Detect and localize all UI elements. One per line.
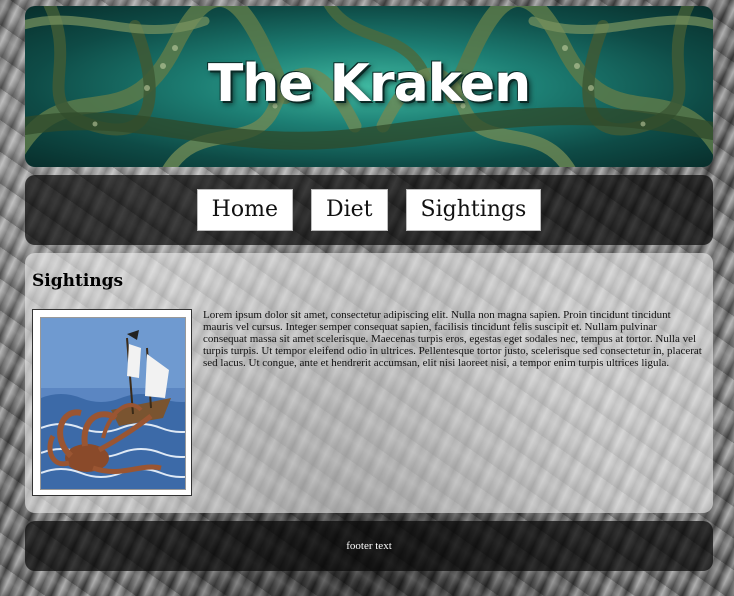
content-panel: Sightings Lorem ipsum dolor sit amet, co…: [25, 253, 713, 513]
kraken-illustration: [40, 317, 186, 490]
page-wrapper: The Kraken Home Diet Sightings Sightings: [25, 6, 713, 571]
main-nav: Home Diet Sightings: [25, 175, 713, 245]
section-heading: Sightings: [32, 271, 124, 291]
site-title: The Kraken: [207, 54, 531, 114]
site-header-banner: The Kraken: [25, 6, 713, 167]
nav-home-button[interactable]: Home: [196, 189, 293, 231]
kraken-ship-artwork: [41, 318, 185, 489]
sightings-paragraph: Lorem ipsum dolor sit amet, consectetur …: [203, 309, 702, 369]
footer-text: footer text: [346, 540, 392, 552]
site-footer: footer text: [25, 521, 713, 571]
nav-sightings-button[interactable]: Sightings: [405, 189, 542, 231]
kraken-illustration-frame: [32, 309, 192, 496]
nav-diet-button[interactable]: Diet: [310, 189, 388, 231]
